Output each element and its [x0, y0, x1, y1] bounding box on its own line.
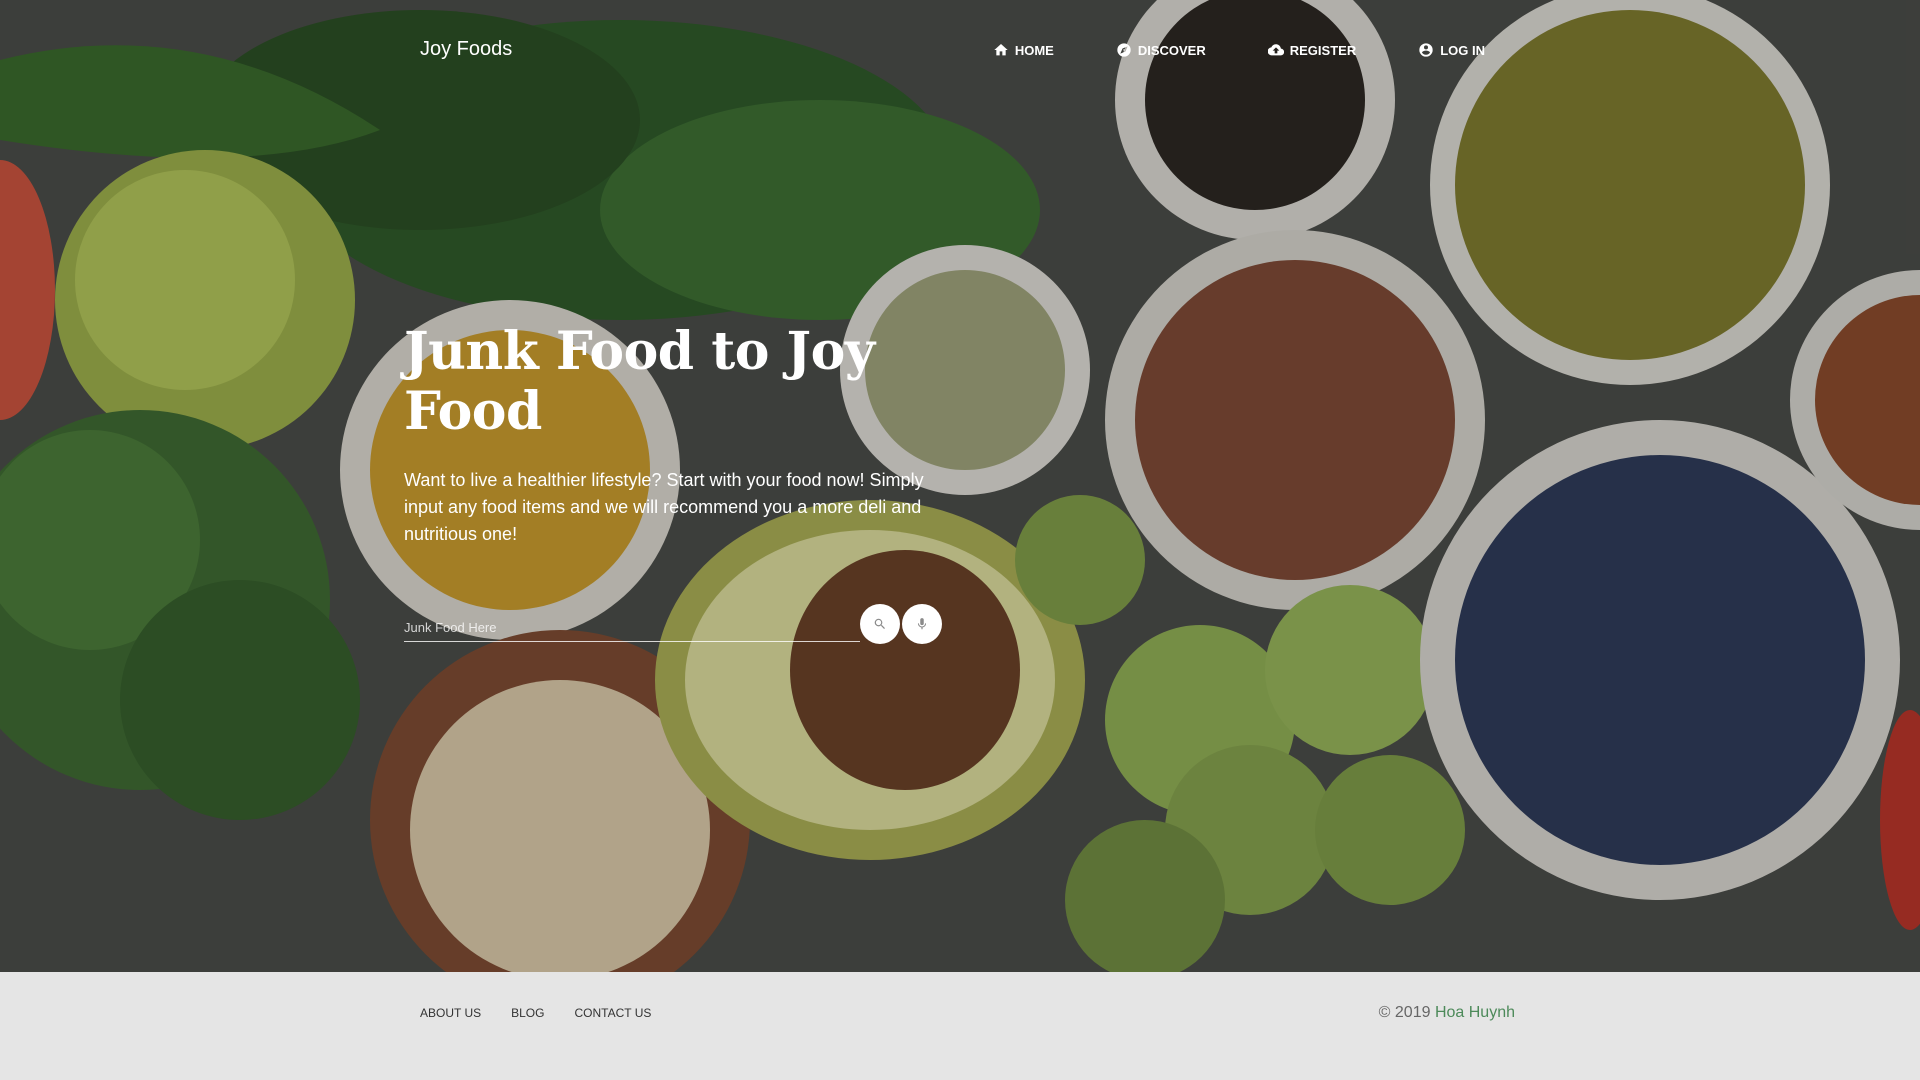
hero-section: Joy Foods HOME DISCOVER REGISTER LOG IN …: [0, 0, 1920, 972]
hero-title: Junk Food to Joy Food: [404, 321, 875, 442]
image-overlay: [0, 0, 1920, 972]
search-button[interactable]: [860, 604, 900, 644]
nav-discover-label: DISCOVER: [1137, 42, 1206, 58]
mic-icon: [917, 618, 927, 630]
search-bar: [404, 604, 944, 644]
footer-contact-us-link[interactable]: CONTACT US: [574, 1006, 651, 1020]
brand-logo-link[interactable]: Joy Foods: [420, 38, 512, 61]
footer-blog-link[interactable]: BLOG: [511, 1006, 544, 1020]
copyright-prefix: © 2019: [1378, 1004, 1431, 1021]
cloud-upload-icon: [1267, 44, 1284, 56]
nav-discover-link[interactable]: DISCOVER: [1116, 42, 1206, 58]
account-circle-icon: [1419, 43, 1433, 57]
compass-icon: [1117, 43, 1131, 57]
footer-about-us-link[interactable]: ABOUT US: [420, 1006, 481, 1020]
search-icon: [874, 618, 885, 629]
nav-home-label: HOME: [1014, 42, 1054, 58]
nav-home-link[interactable]: HOME: [993, 42, 1054, 58]
voice-search-button[interactable]: [902, 604, 942, 644]
copyright-notice: © 2019 Hoa Huynh: [1379, 1004, 1515, 1022]
nav-register-label: REGISTER: [1289, 42, 1357, 58]
author-link[interactable]: Hoa Huynh: [1435, 1004, 1515, 1021]
nav-login-link[interactable]: LOG IN: [1418, 42, 1485, 58]
footer: [0, 972, 1920, 1080]
nav-register-link[interactable]: REGISTER: [1267, 42, 1357, 58]
top-navbar: Joy Foods HOME DISCOVER REGISTER LOG IN: [0, 0, 1920, 100]
home-icon: [994, 44, 1008, 56]
nav-login-label: LOG IN: [1440, 42, 1485, 58]
footer-links: ABOUT US BLOG CONTACT US: [420, 1006, 681, 1020]
nav-links: HOME DISCOVER REGISTER LOG IN: [931, 42, 1485, 58]
hero-description: Want to live a healthier lifestyle? Star…: [404, 470, 924, 544]
junk-food-search-input[interactable]: [404, 614, 860, 642]
